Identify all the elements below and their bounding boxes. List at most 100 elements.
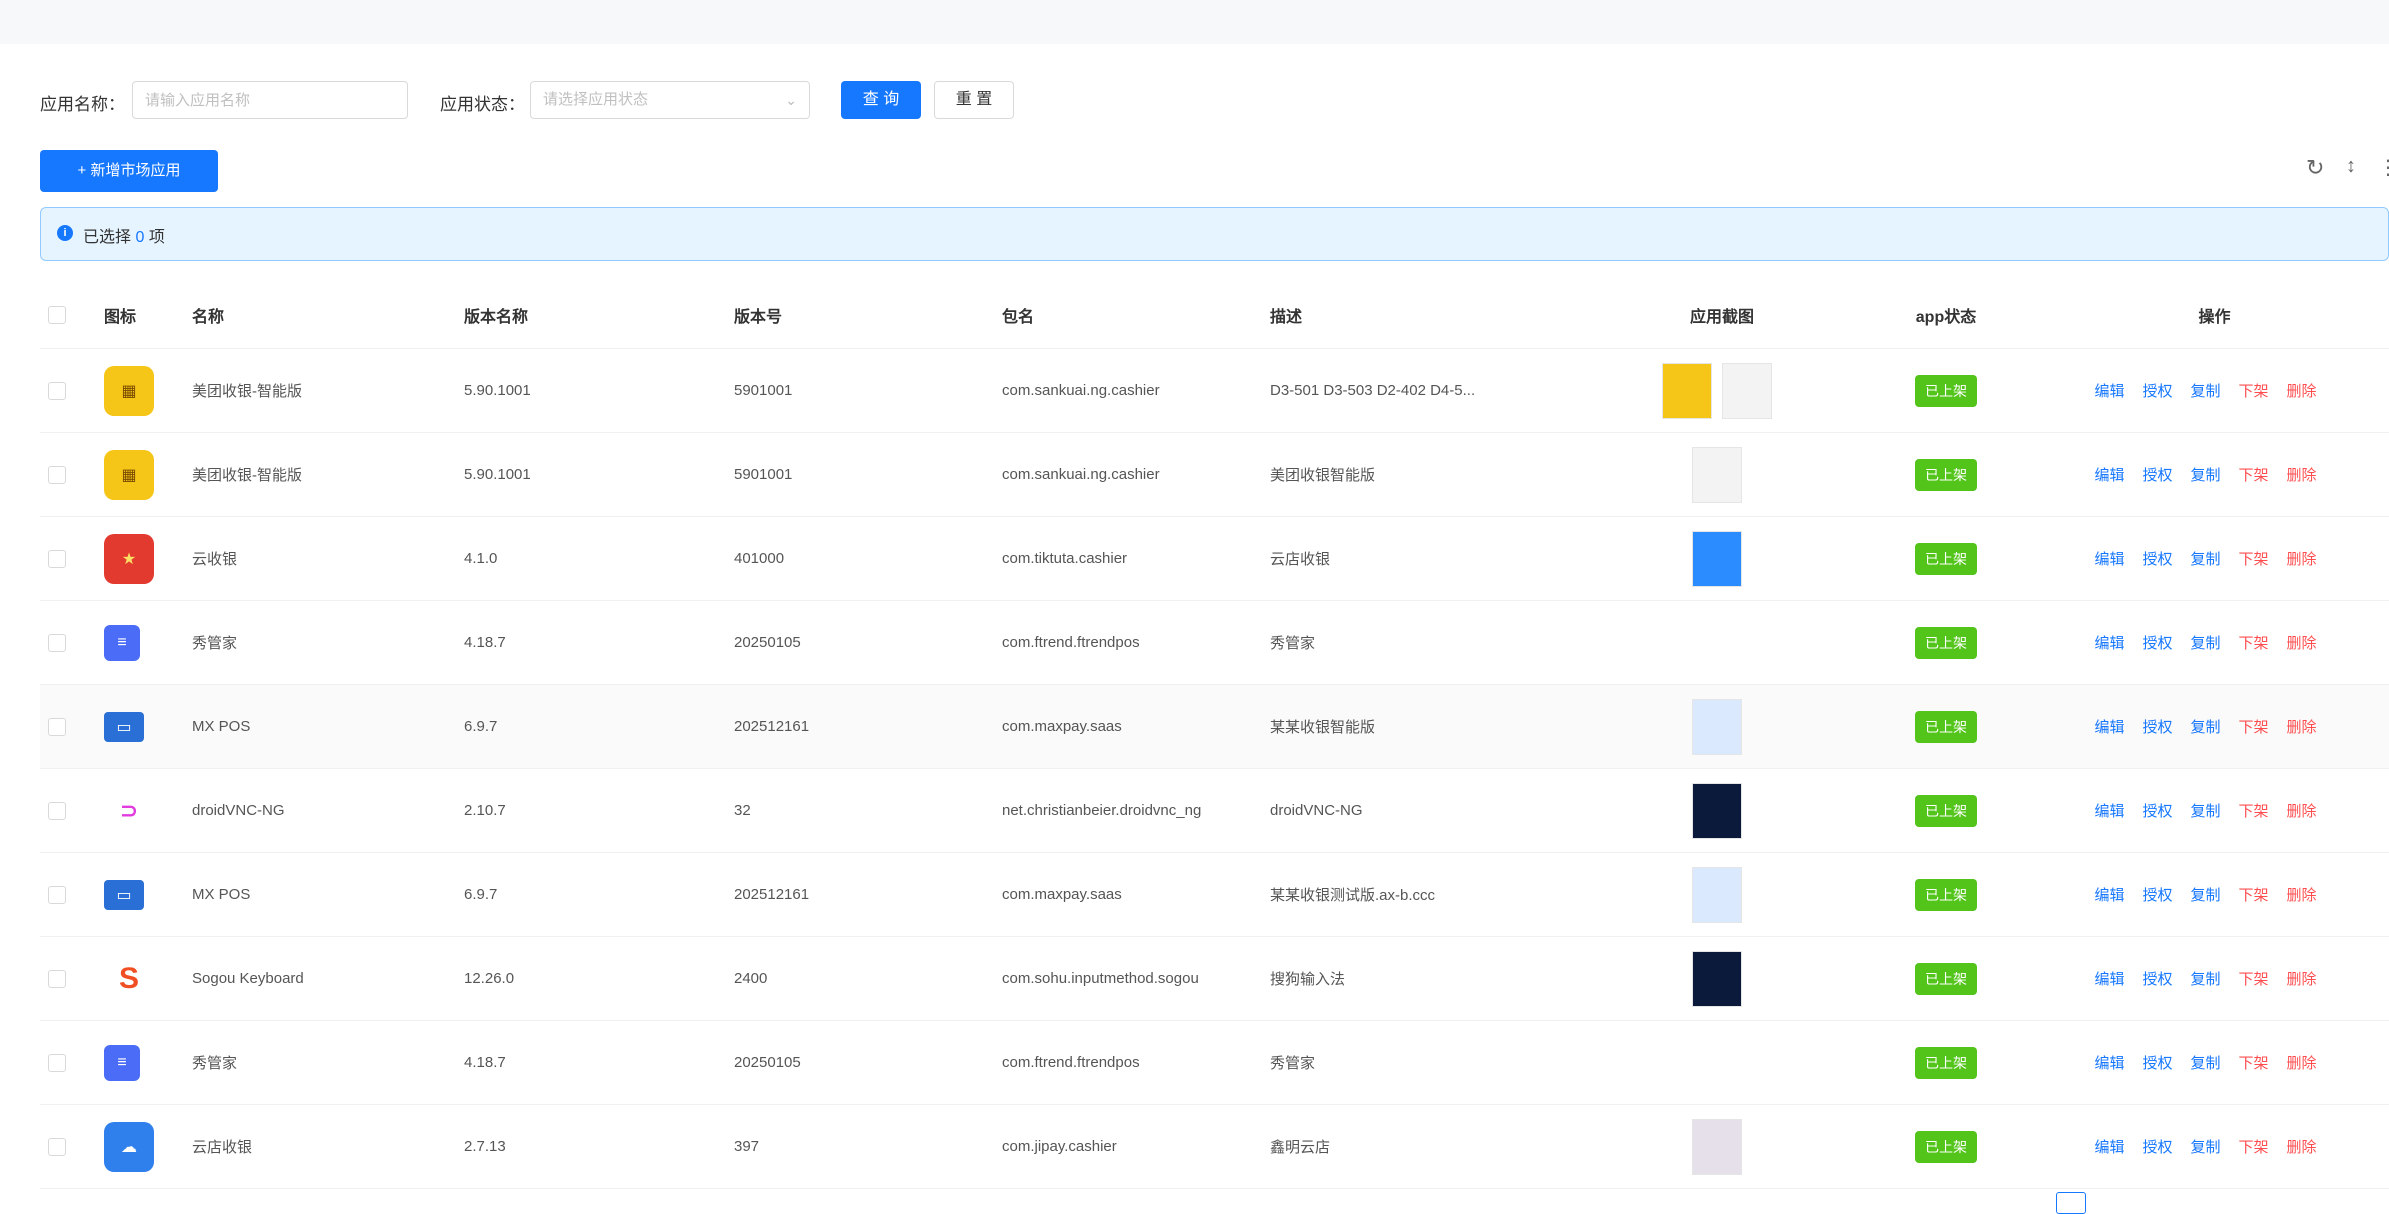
status-cell: 已上架 (1852, 936, 2040, 1021)
row-checkbox[interactable] (48, 1053, 66, 1072)
row-select-cell[interactable] (40, 852, 96, 937)
row-checkbox[interactable] (48, 381, 66, 400)
action-copy-link[interactable]: 复制 (2190, 1139, 2220, 1156)
row-select-cell[interactable] (40, 516, 96, 601)
row-select-cell[interactable] (40, 1020, 96, 1105)
version-name: 2.10.7 (456, 768, 726, 853)
app-screenshot[interactable] (1692, 530, 1742, 587)
app-screenshot[interactable] (1692, 950, 1742, 1007)
action-edit-link[interactable]: 编辑 (2094, 383, 2124, 400)
action-copy-link[interactable]: 复制 (2190, 803, 2220, 820)
select-all-cell[interactable] (40, 282, 96, 349)
row-select-cell[interactable] (40, 936, 96, 1021)
app-screenshot[interactable] (1692, 1118, 1742, 1175)
select-all-checkbox[interactable] (48, 305, 66, 324)
action-edit-link[interactable]: 编辑 (2094, 803, 2124, 820)
action-delete-link[interactable]: 删除 (2287, 1055, 2317, 1072)
action-authorize-link[interactable]: 授权 (2142, 803, 2172, 820)
action-unpublish-link[interactable]: 下架 (2239, 551, 2269, 568)
app-screenshot[interactable] (1722, 362, 1772, 419)
action-delete-link[interactable]: 删除 (2287, 887, 2317, 904)
row-checkbox[interactable] (48, 969, 66, 988)
action-unpublish-link[interactable]: 下架 (2239, 803, 2269, 820)
action-edit-link[interactable]: 编辑 (2094, 635, 2124, 652)
row-checkbox[interactable] (48, 549, 66, 568)
action-authorize-link[interactable]: 授权 (2142, 887, 2172, 904)
action-copy-link[interactable]: 复制 (2190, 1055, 2220, 1072)
action-copy-link[interactable]: 复制 (2190, 383, 2220, 400)
table-row: ≡ 秀管家 4.18.7 20250105 com.ftrend.ftrendp… (40, 1020, 2389, 1105)
action-authorize-link[interactable]: 授权 (2142, 635, 2172, 652)
app-status-select[interactable]: 请选择应用状态 ⌄ (530, 81, 810, 119)
action-delete-link[interactable]: 删除 (2287, 971, 2317, 988)
pagination-current-page[interactable] (2056, 1192, 2086, 1214)
actions-cell: 编辑 授权 复制 下架 删除 (2040, 768, 2389, 853)
action-edit-link[interactable]: 编辑 (2094, 719, 2124, 736)
action-authorize-link[interactable]: 授权 (2142, 719, 2172, 736)
action-unpublish-link[interactable]: 下架 (2239, 1055, 2269, 1072)
action-copy-link[interactable]: 复制 (2190, 551, 2220, 568)
action-authorize-link[interactable]: 授权 (2142, 383, 2172, 400)
mx-pos-icon: ▭ (104, 711, 144, 742)
row-select-cell[interactable] (40, 432, 96, 517)
row-checkbox[interactable] (48, 1137, 66, 1156)
action-delete-link[interactable]: 删除 (2287, 635, 2317, 652)
app-name-input[interactable] (133, 82, 407, 118)
action-edit-link[interactable]: 编辑 (2094, 551, 2124, 568)
app-screenshot[interactable] (1692, 698, 1742, 755)
row-checkbox[interactable] (48, 465, 66, 484)
app-screenshot[interactable] (1692, 446, 1742, 503)
add-market-app-button[interactable]: + 新增市场应用 (40, 150, 218, 192)
row-select-cell[interactable] (40, 348, 96, 433)
action-unpublish-link[interactable]: 下架 (2239, 467, 2269, 484)
row-checkbox[interactable] (48, 633, 66, 652)
action-edit-link[interactable]: 编辑 (2094, 1055, 2124, 1072)
action-delete-link[interactable]: 删除 (2287, 803, 2317, 820)
action-delete-link[interactable]: 删除 (2287, 467, 2317, 484)
settings-icon[interactable]: ⋮ (2378, 155, 2389, 180)
action-edit-link[interactable]: 编辑 (2094, 1139, 2124, 1156)
action-authorize-link[interactable]: 授权 (2142, 467, 2172, 484)
row-checkbox[interactable] (48, 801, 66, 820)
app-screenshot[interactable] (1662, 362, 1712, 419)
action-unpublish-link[interactable]: 下架 (2239, 635, 2269, 652)
action-unpublish-link[interactable]: 下架 (2239, 719, 2269, 736)
action-edit-link[interactable]: 编辑 (2094, 467, 2124, 484)
query-button[interactable]: 查 询 (841, 81, 921, 119)
action-delete-link[interactable]: 删除 (2287, 719, 2317, 736)
app-name-label: 应用名称： (40, 95, 125, 114)
screenshots-cell (1592, 1104, 1852, 1189)
app-icon-cell: ≡ (96, 1020, 184, 1105)
action-unpublish-link[interactable]: 下架 (2239, 971, 2269, 988)
row-select-cell[interactable] (40, 768, 96, 853)
row-checkbox[interactable] (48, 717, 66, 736)
action-edit-link[interactable]: 编辑 (2094, 971, 2124, 988)
action-authorize-link[interactable]: 授权 (2142, 551, 2172, 568)
action-edit-link[interactable]: 编辑 (2094, 887, 2124, 904)
action-authorize-link[interactable]: 授权 (2142, 1139, 2172, 1156)
action-delete-link[interactable]: 删除 (2287, 551, 2317, 568)
action-copy-link[interactable]: 复制 (2190, 635, 2220, 652)
action-authorize-link[interactable]: 授权 (2142, 971, 2172, 988)
app-screenshot[interactable] (1692, 866, 1742, 923)
action-copy-link[interactable]: 复制 (2190, 719, 2220, 736)
row-select-cell[interactable] (40, 600, 96, 685)
app-screenshot[interactable] (1692, 782, 1742, 839)
reset-button[interactable]: 重 置 (934, 81, 1014, 119)
action-copy-link[interactable]: 复制 (2190, 887, 2220, 904)
action-unpublish-link[interactable]: 下架 (2239, 1139, 2269, 1156)
row-select-cell[interactable] (40, 684, 96, 769)
action-copy-link[interactable]: 复制 (2190, 971, 2220, 988)
row-select-cell[interactable] (40, 1104, 96, 1189)
action-delete-link[interactable]: 删除 (2287, 1139, 2317, 1156)
package-name: com.tiktuta.cashier (994, 516, 1262, 601)
action-delete-link[interactable]: 删除 (2287, 383, 2317, 400)
action-authorize-link[interactable]: 授权 (2142, 1055, 2172, 1072)
column-height-icon[interactable]: ↕ (2346, 155, 2356, 178)
app-name-field[interactable] (132, 81, 408, 119)
action-unpublish-link[interactable]: 下架 (2239, 887, 2269, 904)
action-unpublish-link[interactable]: 下架 (2239, 383, 2269, 400)
action-copy-link[interactable]: 复制 (2190, 467, 2220, 484)
refresh-icon[interactable]: ↻ (2306, 155, 2324, 181)
row-checkbox[interactable] (48, 885, 66, 904)
